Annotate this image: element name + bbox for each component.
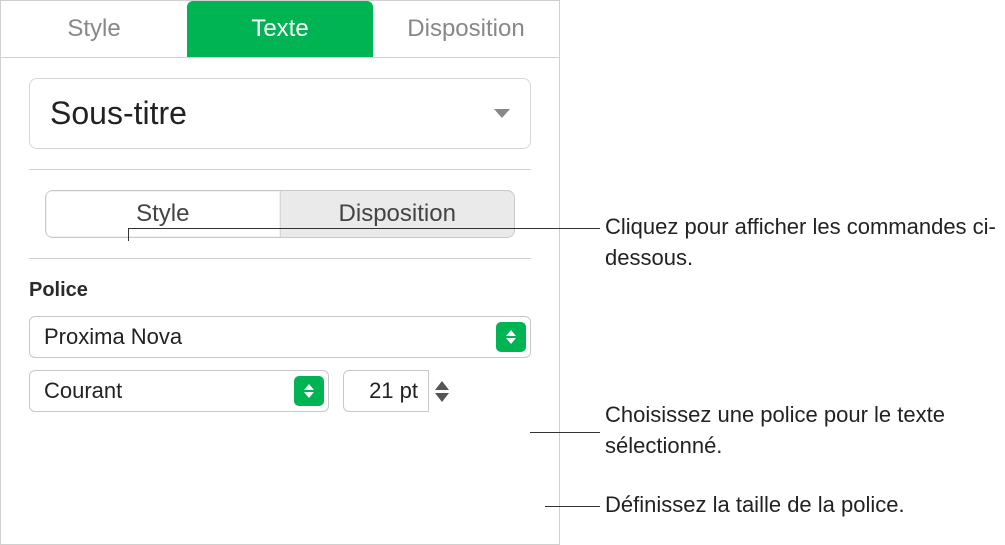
font-size-field[interactable] [343,370,429,412]
updown-icon [294,376,324,406]
subtab-disposition[interactable]: Disposition [281,191,515,237]
tab-texte[interactable]: Texte [187,1,373,57]
stepper-down-icon[interactable] [435,393,449,402]
subtab-style-label: Style [136,200,189,227]
main-tabs: Style Texte Disposition [1,1,559,58]
font-style-dropdown[interactable]: Courant [29,370,329,412]
tab-texte-label: Texte [251,15,308,42]
inspector-panel: Style Texte Disposition Sous-titre Style… [0,0,560,545]
callout-set-size: Définissez la taille de la police. [605,490,905,521]
divider [29,169,531,170]
font-family-dropdown[interactable]: Proxima Nova [29,316,531,358]
tab-disposition[interactable]: Disposition [373,1,559,57]
callout-choose-font: Choisissez une police pour le texte séle… [605,400,1005,462]
tab-style-label: Style [67,15,120,42]
callout-leader [128,228,129,241]
font-family-value: Proxima Nova [30,324,496,350]
callout-leader [545,506,600,507]
tab-disposition-label: Disposition [407,15,524,42]
callout-leader [530,432,600,433]
paragraph-style-label: Sous-titre [50,95,187,132]
font-style-value: Courant [30,378,294,404]
chevron-down-icon [494,109,510,118]
subtab-disposition-label: Disposition [339,200,456,227]
divider [29,258,531,259]
subtab-style[interactable]: Style [46,191,281,237]
subtab-segmented: Style Disposition [45,190,515,238]
font-section-label: Police [29,279,531,302]
stepper-up-icon[interactable] [435,381,449,390]
font-size-stepper [435,370,457,412]
paragraph-style-dropdown[interactable]: Sous-titre [29,78,531,149]
updown-icon [496,322,526,352]
tab-style[interactable]: Style [1,1,187,57]
callout-click-to-show: Cliquez pour afficher les commandes ci-d… [605,212,1005,274]
font-size-group [343,370,457,412]
callout-leader [128,228,600,229]
